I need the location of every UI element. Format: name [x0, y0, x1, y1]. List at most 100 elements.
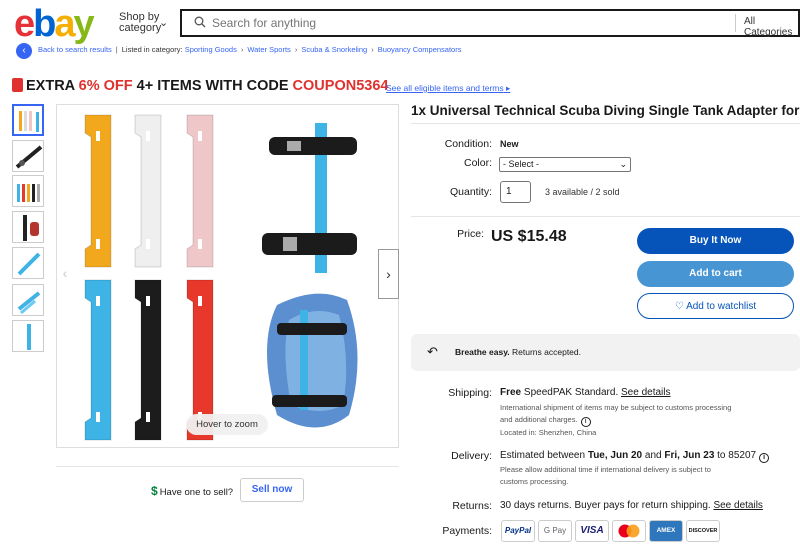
shipping-note-line2: and additional charges. [500, 415, 578, 424]
delivery-estimate: Estimated between Tue, Jun 20 and Fri, J… [500, 450, 770, 463]
divider [411, 123, 800, 124]
strap-top-0 [84, 114, 112, 268]
strap-bottom-1 [134, 279, 162, 441]
amex-icon: AMEX [649, 520, 683, 542]
color-select-value: - Select - [503, 159, 540, 169]
bladder-strap-bottom [272, 395, 347, 407]
strap-bottom-0 [84, 279, 112, 441]
returns-label: Returns: [452, 500, 492, 512]
price-tag-icon [12, 78, 23, 92]
add-to-watchlist-button[interactable]: ♡ Add to watchlist [637, 293, 794, 319]
shop-by-category-button[interactable]: Shop by category ⌄ [119, 12, 168, 34]
thumbnail-image [19, 111, 39, 132]
delivery-date-start: Tue, Jun 20 [587, 450, 643, 461]
returns-banner-rest: Returns accepted. [509, 347, 582, 357]
quantity-label: Quantity: [449, 186, 492, 198]
sell-question-label: Have one to sell? [159, 487, 234, 498]
lower-buckle [283, 237, 297, 251]
shipping-note-line1: International shipment of items may be s… [500, 403, 732, 412]
thumbnail-3[interactable] [12, 175, 44, 207]
discover-icon: DISCOVER [686, 520, 720, 542]
delivery-note-line2: customs processing. [500, 477, 569, 486]
info-icon[interactable]: i [580, 417, 591, 427]
back-arrow-icon[interactable]: ‹ [16, 43, 32, 59]
upper-strap [269, 137, 357, 155]
thumbnail-image [17, 291, 41, 315]
promo-terms-link[interactable]: See all eligible items and terms ▸ [386, 83, 510, 94]
search-input[interactable] [212, 14, 732, 32]
category-label: category [119, 22, 162, 34]
promo-banner: EXTRA 6% OFF 4+ ITEMS WITH CODE COUPON53… [12, 77, 388, 95]
divider [56, 466, 399, 467]
thumbnail-2[interactable] [12, 140, 44, 172]
breadcrumb-item-bcd[interactable]: Buoyancy Compensators [378, 45, 462, 54]
visa-icon: VISA [575, 520, 609, 542]
condition-label: Condition: [444, 138, 492, 150]
category-select[interactable]: All Categories [744, 16, 798, 38]
delivery-zip: to 85207 [714, 450, 757, 461]
delivery-pre: Estimated between [500, 450, 588, 461]
price-label: Price: [457, 228, 484, 240]
lower-strap [262, 233, 357, 255]
item-location: Located in: Shenzhen, China [500, 428, 597, 437]
divider [735, 14, 736, 32]
thumbnail-image [27, 324, 31, 350]
payments-label: Payments: [442, 525, 492, 537]
coupon-code: COUPON5364 [292, 78, 389, 94]
availability-text: 3 available / 2 sold [545, 187, 620, 197]
shipping-details-link[interactable]: See details [621, 387, 670, 398]
google-pay-icon: G Pay [538, 520, 572, 542]
main-product-image[interactable] [56, 104, 399, 448]
sell-now-button[interactable]: Sell now [240, 478, 304, 502]
breadcrumb-item-scuba[interactable]: Scuba & Snorkeling [301, 45, 367, 54]
item-title: 1x Universal Technical Scuba Diving Sing… [411, 103, 800, 118]
paypal-icon: PayPal [501, 520, 535, 542]
search-bar: All Categories [180, 9, 800, 38]
heart-icon: ♡ [674, 301, 684, 312]
promo-percent: 6% OFF [78, 78, 133, 94]
color-select[interactable]: - Select - ⌄ [499, 157, 631, 172]
thumbnail-1[interactable] [12, 104, 44, 136]
chevron-down-icon: ⌄ [159, 17, 169, 29]
listed-in-label: Listed in category: [121, 45, 183, 54]
breadcrumb: Back to search results | Listed in categor… [38, 45, 462, 54]
returns-text: 30 days returns. Buyer pays for return s… [500, 500, 714, 511]
thumbnail-image [17, 252, 41, 276]
search-icon [194, 16, 206, 28]
buy-it-now-button[interactable]: Buy It Now [637, 228, 794, 254]
returns-details-link[interactable]: See details [713, 500, 762, 511]
watchlist-label: Add to watchlist [686, 301, 757, 312]
back-to-search-link[interactable]: Back to search results [38, 45, 112, 54]
next-image-arrow-icon[interactable]: › [378, 249, 399, 299]
shipping-label: Shipping: [448, 387, 492, 399]
delivery-and: and [642, 450, 665, 461]
add-to-cart-button[interactable]: Add to cart [637, 261, 794, 287]
thumbnail-7[interactable] [12, 320, 44, 352]
promo-prefix: EXTRA [26, 78, 79, 94]
mastercard-logo [618, 524, 640, 538]
delivery-date-end: Fri, Jun 23 [664, 450, 715, 461]
price-value: US $15.48 [491, 228, 567, 245]
breadcrumb-item-sporting-goods[interactable]: Sporting Goods [185, 45, 237, 54]
prev-image-arrow-icon[interactable]: ‹ [56, 249, 74, 299]
mastercard-icon [612, 520, 646, 542]
thumbnail-6[interactable] [12, 284, 44, 316]
strap-top-1 [134, 114, 162, 268]
returns-banner-bold: Breathe easy. [455, 347, 510, 357]
shipping-free: Free [500, 387, 522, 398]
breadcrumb-item-water-sports[interactable]: Water Sports [247, 45, 290, 54]
shipping-note: International shipment of items may be s… [500, 402, 731, 439]
thumbnail-image [15, 145, 43, 169]
promo-terms-label: See all eligible items and terms [386, 83, 504, 93]
returns-value: 30 days returns. Buyer pays for return s… [500, 500, 763, 511]
thumbnail-4[interactable] [12, 211, 44, 243]
info-icon[interactable]: i [759, 453, 770, 463]
delivery-label: Delivery: [451, 450, 492, 462]
ebay-logo[interactable]: ebay [14, 4, 95, 44]
thumbnail-5[interactable] [12, 247, 44, 279]
return-arrow-icon: ↶ [427, 344, 438, 359]
quantity-input[interactable]: 1 [500, 181, 531, 203]
returns-banner: ↶ Breathe easy. Returns accepted. [411, 334, 800, 371]
hover-to-zoom-badge: Hover to zoom [186, 414, 268, 435]
thumbnail-image [23, 215, 39, 241]
